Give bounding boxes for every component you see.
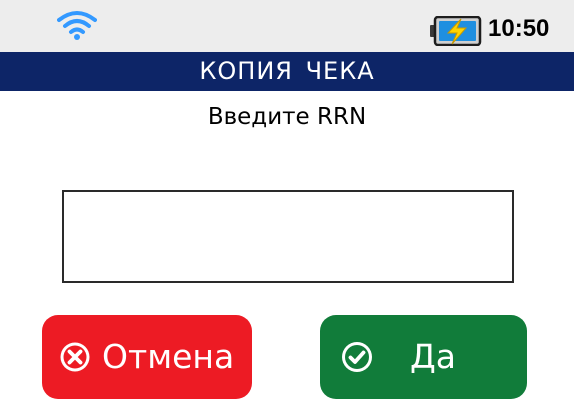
prompt-text: Введите RRN — [207, 104, 367, 130]
ok-button-label: Да — [410, 337, 457, 376]
ok-button[interactable]: Да — [320, 315, 527, 399]
cancel-circle-icon — [60, 342, 90, 372]
check-circle-icon — [342, 342, 372, 372]
cancel-button-label: Отмена — [102, 337, 235, 376]
clock: 10:50 — [488, 15, 550, 42]
cancel-button[interactable]: Отмена — [42, 315, 252, 399]
battery-charging-icon — [430, 16, 482, 46]
wifi-icon — [57, 11, 97, 40]
rrn-input[interactable] — [62, 190, 514, 283]
page-title: КОПИЯ ЧЕКА — [0, 52, 574, 91]
status-bar: 10:50 — [0, 0, 574, 52]
